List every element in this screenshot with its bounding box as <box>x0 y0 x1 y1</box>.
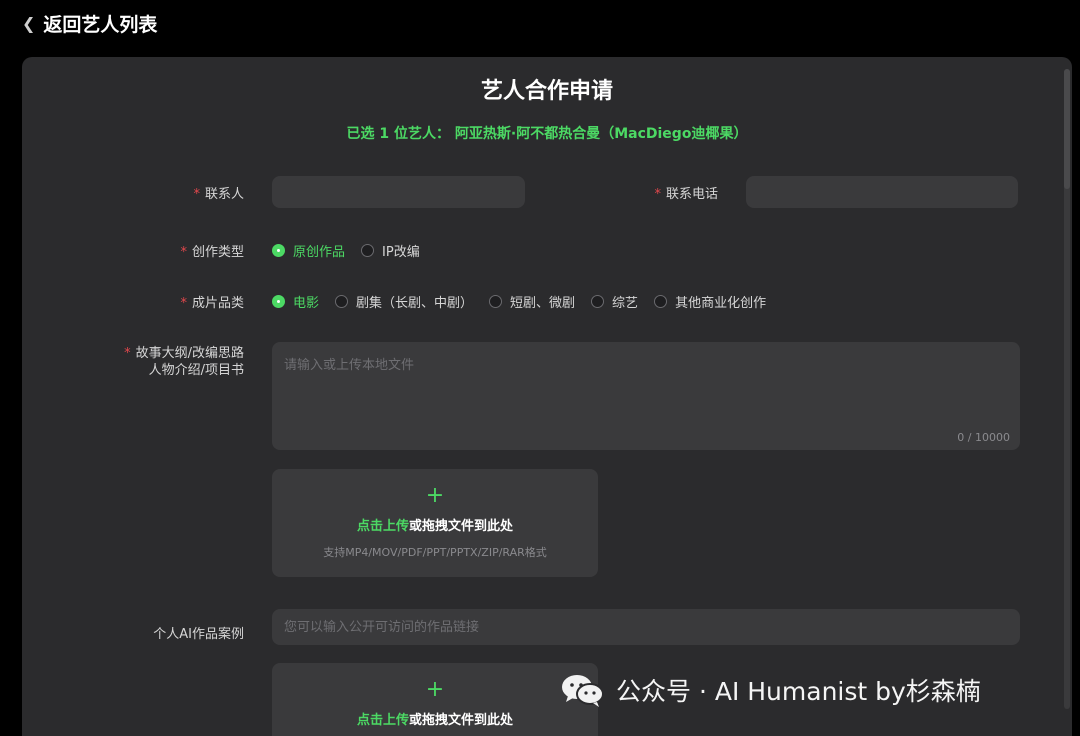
wechat-watermark: 公众号 · AI Humanist by杉森楠 <box>560 672 981 708</box>
radio-dot <box>489 295 503 308</box>
radio-series[interactable]: 剧集（长剧、中剧） <box>335 292 473 311</box>
required-marker: * <box>180 245 187 260</box>
required-marker: * <box>124 346 131 361</box>
phone-label: * 联系电话 <box>626 183 718 202</box>
creation-type-label: * 创作类型 <box>152 241 244 260</box>
scrollbar[interactable] <box>1064 69 1070 709</box>
back-to-artist-list-link[interactable]: ❮ 返回艺人列表 <box>22 10 157 37</box>
creation-type-radio-group: 原创作品 IP改编 <box>272 241 436 260</box>
required-marker: * <box>654 187 661 202</box>
category-label-text: 成片品类 <box>191 296 244 311</box>
radio-short-drama[interactable]: 短剧、微剧 <box>489 292 575 311</box>
upload-drag-text: 或拖拽文件到此处 <box>409 713 514 728</box>
radio-dot <box>272 295 285 308</box>
creation-type-label-text: 创作类型 <box>191 245 244 260</box>
radio-dot <box>591 295 605 308</box>
contact-input[interactable] <box>272 176 525 208</box>
ai-works-upload-dropzone[interactable]: + 点击上传或拖拽文件到此处 <box>272 663 598 736</box>
upload-formats: 支持MP4/MOV/PDF/PPT/PPTX/ZIP/RAR格式 <box>323 546 547 559</box>
outline-label-line2: 人物介绍/项目书 <box>148 363 244 378</box>
radio-label: 综艺 <box>612 296 639 311</box>
radio-label: 其他商业化创作 <box>675 296 767 311</box>
radio-dot <box>654 295 668 308</box>
upload-click-text[interactable]: 点击上传 <box>357 713 409 728</box>
radio-movie[interactable]: 电影 <box>272 292 319 311</box>
upload-drag-text: 或拖拽文件到此处 <box>409 519 514 534</box>
radio-original-work[interactable]: 原创作品 <box>272 241 345 260</box>
ai-works-link-input[interactable] <box>272 609 1020 645</box>
radio-ip-adaptation[interactable]: IP改编 <box>361 241 420 260</box>
phone-input[interactable] <box>746 176 1018 208</box>
required-marker: * <box>180 296 187 311</box>
outline-upload-dropzone[interactable]: + 点击上传或拖拽文件到此处 支持MP4/MOV/PDF/PPT/PPTX/ZI… <box>272 469 598 577</box>
application-form-panel: 艺人合作申请 已选 1 位艺人： 阿亚热斯·阿不都热合曼（MacDiego迪椰果… <box>22 57 1072 736</box>
outline-label: * 故事大纲/改编思路 人物介绍/项目书 <box>112 345 244 379</box>
radio-label: 短剧、微剧 <box>510 296 576 311</box>
contact-label: * 联系人 <box>172 183 244 202</box>
chevron-left-icon: ❮ <box>22 14 36 33</box>
upload-click-text[interactable]: 点击上传 <box>357 519 409 534</box>
radio-variety-show[interactable]: 综艺 <box>591 292 638 311</box>
category-radio-group: 电影 剧集（长剧、中剧） 短剧、微剧 综艺 其他商业化创作 <box>272 292 782 311</box>
radio-dot <box>272 244 285 257</box>
radio-label: 电影 <box>293 296 320 311</box>
radio-label: 剧集（长剧、中剧） <box>356 296 474 311</box>
radio-label: 原创作品 <box>293 245 346 260</box>
wechat-icon <box>562 675 604 707</box>
ai-works-label: 个人AI作品案例 <box>153 627 244 642</box>
phone-label-text: 联系电话 <box>665 187 718 202</box>
back-link-label: 返回艺人列表 <box>43 14 158 36</box>
outline-label-line1: 故事大纲/改编思路 <box>135 346 244 361</box>
page-title: 艺人合作申请 <box>480 79 613 104</box>
plus-icon: + <box>425 677 445 702</box>
outline-textarea-box: 0 / 10000 <box>272 342 1020 450</box>
outline-textarea[interactable] <box>272 342 1020 450</box>
selected-artist-summary: 已选 1 位艺人： 阿亚热斯·阿不都热合曼（MacDiego迪椰果） <box>346 126 748 142</box>
category-label: * 成片品类 <box>152 292 244 311</box>
radio-dot <box>361 244 375 257</box>
contact-label-text: 联系人 <box>204 187 244 202</box>
plus-icon: + <box>425 483 445 508</box>
radio-other-commercial[interactable]: 其他商业化创作 <box>654 292 766 311</box>
radio-label: IP改编 <box>382 245 420 260</box>
radio-dot <box>335 295 349 308</box>
required-marker: * <box>193 187 200 202</box>
upload-instruction: 点击上传或拖拽文件到此处 <box>272 709 598 728</box>
watermark-text: 公众号 · AI Humanist by杉森楠 <box>616 677 981 706</box>
character-counter: 0 / 10000 <box>957 431 1010 444</box>
upload-instruction: 点击上传或拖拽文件到此处 <box>272 515 598 534</box>
